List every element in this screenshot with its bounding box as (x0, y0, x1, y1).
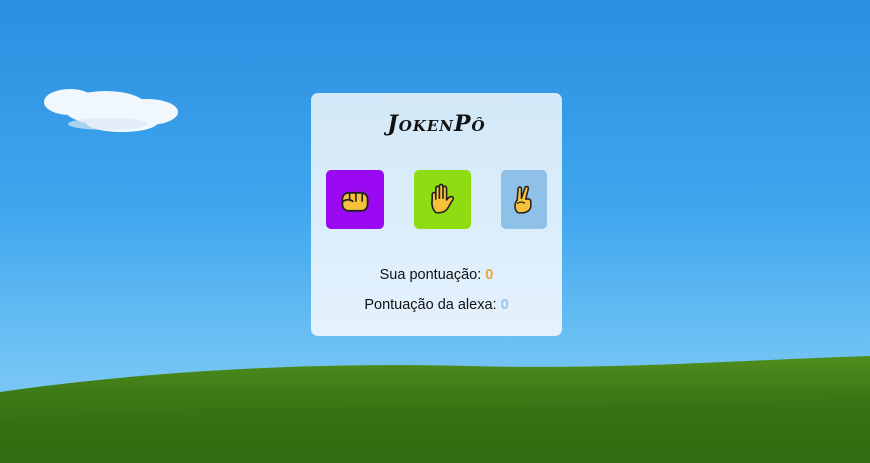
rock-button[interactable] (326, 170, 384, 229)
raised-hand-icon (430, 183, 454, 214)
game-title: JokenPô (387, 111, 486, 137)
fist-icon (341, 191, 369, 212)
ai-score-value: 0 (500, 297, 509, 313)
user-score-value: 0 (485, 267, 494, 283)
cloud (44, 89, 178, 132)
game-card: JokenPô Sua pontuação: 0 Pontuação da al… (311, 93, 562, 336)
user-score-label: Sua pontuação: (379, 267, 482, 283)
victory-hand-icon (514, 185, 532, 214)
user-score-line: Sua pontuação: 0 (311, 267, 562, 283)
ai-score-label: Pontuação da alexa: (364, 297, 497, 313)
scissors-button[interactable] (501, 170, 547, 229)
ai-score-line: Pontuação da alexa: 0 (311, 297, 562, 313)
paper-button[interactable] (414, 170, 471, 229)
